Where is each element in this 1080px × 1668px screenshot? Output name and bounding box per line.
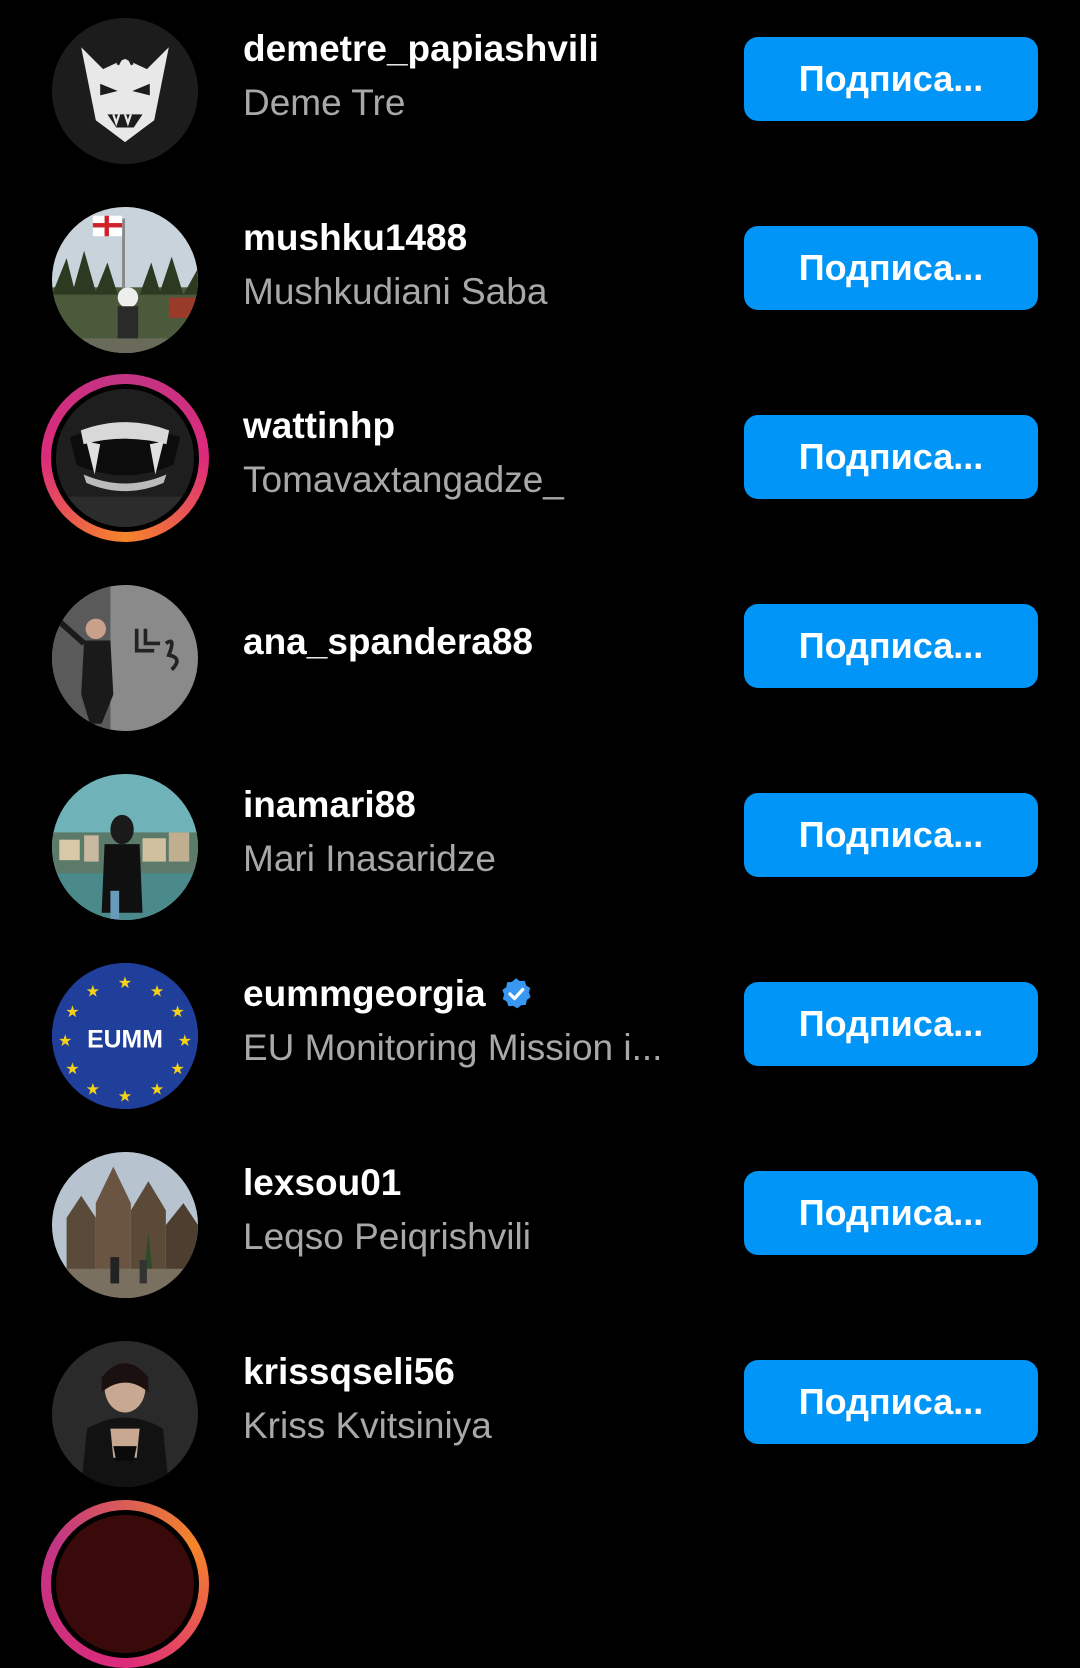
user-info: eummgeorgia EU Monitoring Mission i... [243,972,713,1070]
avatar[interactable] [41,763,209,931]
follow-button[interactable]: Подписа... [744,604,1038,688]
svg-text:★: ★ [150,1079,164,1098]
follow-button[interactable]: Подписа... [744,1171,1038,1255]
user-info: wattinhp Tomavaxtangadze_ [243,404,713,502]
username: krissqseli56 [243,1351,455,1392]
following-list: demetre_papiashvili Deme Tre Подписа... [0,0,1080,1668]
username-row: eummgeorgia [243,972,713,1016]
svg-text:★: ★ [118,973,132,992]
list-item[interactable]: ana_spandera88 Подписа... [0,574,1080,763]
city-person-avatar [52,774,198,920]
username: demetre_papiashvili [243,28,599,69]
verified-badge-icon [501,978,531,1009]
fullname: Leqso Peiqrishvili [243,1216,531,1257]
avatar-story-ring[interactable] [41,374,209,542]
fullname: Tomavaxtangadze_ [243,459,564,500]
username: ana_spandera88 [243,621,534,662]
follow-button[interactable]: Подписа... [744,1360,1038,1444]
person-wall-avatar [52,585,198,731]
username: eummgeorgia [243,973,486,1014]
avatar[interactable] [41,196,209,364]
svg-text:★: ★ [118,1087,132,1106]
avatar[interactable] [41,1141,209,1309]
avatar[interactable] [41,1330,209,1498]
svg-text:★: ★ [178,1031,192,1050]
user-info: krissqseli56 Kriss Kvitsiniya [243,1350,713,1448]
user-info: demetre_papiashvili Deme Tre [243,27,713,125]
svg-text:★: ★ [86,1079,100,1098]
list-item[interactable]: mushku1488 Mushkudiani Saba Подписа... [0,196,1080,385]
follow-button[interactable]: Подписа... [744,793,1038,877]
user-info: inamari88 Mari Inasaridze [243,783,713,881]
fullname: Kriss Kvitsiniya [243,1405,492,1446]
avatar-story-ring[interactable] [41,1500,209,1668]
username: lexsou01 [243,1162,402,1203]
list-item[interactable]: inamari88 Mari Inasaridze Подписа... [0,763,1080,952]
follow-button[interactable]: Подписа... [744,982,1038,1066]
svg-text:★: ★ [58,1031,72,1050]
fullname: Deme Tre [243,82,406,123]
avatar[interactable] [41,7,209,175]
list-item[interactable]: ★ ★ ★ ★ ★ ★ ★ ★ ★ ★ ★ ★ EUMM eummgeorgia… [0,952,1080,1141]
svg-text:★: ★ [170,1059,184,1078]
user-info: mushku1488 Mushkudiani Saba [243,216,713,314]
fangs-avatar [51,384,199,532]
username: mushku1488 [243,217,468,258]
partial-avatar-image [51,1510,199,1658]
username: inamari88 [243,784,416,825]
demon-mask-avatar [52,18,198,164]
user-info: lexsou01 Leqso Peiqrishvili [243,1161,713,1259]
svg-text:★: ★ [170,1002,184,1021]
eumm-logo-avatar: ★ ★ ★ ★ ★ ★ ★ ★ ★ ★ ★ ★ EUMM [52,963,198,1109]
list-item[interactable]: wattinhp Tomavaxtangadze_ Подписа... [0,374,1080,563]
fullname: EU Monitoring Mission i... [243,1027,663,1068]
svg-text:★: ★ [65,1002,79,1021]
user-info: ana_spandera88 [243,620,713,664]
fullname: Mushkudiani Saba [243,271,548,312]
follow-button[interactable]: Подписа... [744,37,1038,121]
list-item[interactable]: demetre_papiashvili Deme Tre Подписа... [0,7,1080,196]
follow-button[interactable]: Подписа... [744,226,1038,310]
list-item[interactable]: lexsou01 Leqso Peiqrishvili Подписа... [0,1141,1080,1330]
follow-button[interactable]: Подписа... [744,415,1038,499]
landscape-flag-avatar [52,207,198,353]
avatar[interactable]: ★ ★ ★ ★ ★ ★ ★ ★ ★ ★ ★ ★ EUMM [41,952,209,1120]
list-item[interactable]: krissqseli56 Kriss Kvitsiniya Подписа... [0,1330,1080,1519]
portrait-avatar [52,1341,198,1487]
svg-text:★: ★ [86,982,100,1001]
fullname: Mari Inasaridze [243,838,496,879]
cathedral-avatar [52,1152,198,1298]
svg-text:★: ★ [150,982,164,1001]
username: wattinhp [243,405,396,446]
eumm-logo-text: EUMM [87,1027,163,1054]
svg-text:★: ★ [65,1059,79,1078]
avatar[interactable] [41,574,209,742]
